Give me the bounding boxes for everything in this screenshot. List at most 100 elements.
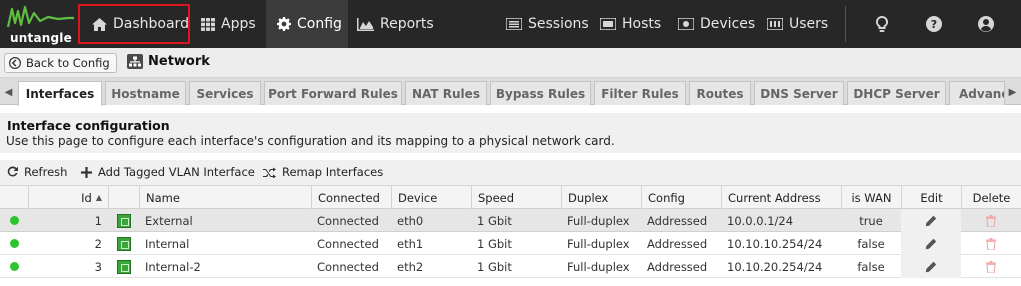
back-to-config-button[interactable]: Back to Config (4, 53, 117, 73)
edit-icon[interactable] (901, 255, 961, 278)
remap-interfaces-button[interactable]: Remap Interfaces (263, 165, 383, 179)
cell-name: Internal (145, 236, 190, 251)
col-delete[interactable]: Delete (961, 186, 1021, 209)
cell-duplex: Full-duplex (567, 259, 630, 274)
refresh-button[interactable]: Refresh (7, 165, 67, 179)
col-is-wan[interactable]: is WAN (841, 186, 901, 209)
network-icon (127, 54, 143, 69)
col-edit[interactable]: Edit (901, 186, 961, 209)
nic-icon (108, 255, 139, 278)
table-row[interactable]: 1 External Connected eth0 1 Gbit Full-du… (0, 209, 1021, 232)
cell-id: 3 (94, 259, 102, 274)
tab-interfaces[interactable]: Interfaces (18, 81, 102, 106)
col-current-address[interactable]: Current Address (721, 186, 841, 209)
remap-interfaces-label: Remap Interfaces (282, 165, 384, 179)
nav-sessions[interactable]: Sessions (506, 0, 589, 48)
lightbulb-icon[interactable] (871, 13, 893, 35)
cell-current-address: 10.10.10.254/24 (727, 236, 823, 251)
tab-scroll-right-icon[interactable]: ▶ (1006, 81, 1019, 103)
grid-header: Id ▲ Name Connected Device Speed Duplex … (0, 186, 1021, 209)
table-row[interactable]: 3 Internal-2 Connected eth2 1 Gbit Full-… (0, 255, 1021, 278)
nav-devices-label: Devices (700, 16, 756, 32)
nav-devices[interactable]: Devices (678, 0, 755, 48)
tab-dhcp-server[interactable]: DHCP Server (847, 81, 946, 105)
col-config[interactable]: Config (641, 186, 721, 209)
tab-advanced[interactable]: Advanc (949, 81, 1005, 105)
account-icon[interactable] (975, 13, 997, 35)
page-title-text: Network (148, 54, 210, 69)
svg-text:?: ? (931, 18, 937, 31)
cell-name: Internal-2 (145, 259, 201, 274)
dashboard-highlight-box (78, 4, 190, 44)
tab-routes[interactable]: Routes (689, 81, 751, 105)
tab-scroll-left-icon[interactable]: ◀ (2, 81, 15, 103)
delete-icon[interactable] (961, 232, 1021, 255)
nav-config[interactable]: Config (266, 0, 348, 48)
tab-hostname[interactable]: Hostname (105, 81, 186, 105)
nav-sessions-label: Sessions (528, 16, 589, 32)
shuffle-icon (263, 167, 276, 178)
cell-device: eth1 (397, 236, 424, 251)
cell-is-wan: false (857, 236, 885, 251)
nav-users[interactable]: Users (767, 0, 828, 48)
delete-icon[interactable] (961, 209, 1021, 232)
tab-bypass-rules[interactable]: Bypass Rules (490, 81, 591, 105)
tab-nat-rules[interactable]: NAT Rules (405, 81, 487, 105)
gear-icon (277, 17, 291, 31)
col-id[interactable]: Id ▲ (28, 186, 108, 209)
nav-reports[interactable]: Reports (357, 0, 434, 48)
delete-icon[interactable] (961, 255, 1021, 278)
page-title: Network (127, 54, 210, 69)
help-icon[interactable]: ? (923, 13, 945, 35)
tab-services[interactable]: Services (189, 81, 261, 105)
col-icon[interactable] (108, 186, 139, 209)
sessions-icon (506, 18, 522, 30)
cell-device: eth0 (397, 213, 424, 228)
hosts-icon (600, 18, 616, 30)
tab-port-forward-rules[interactable]: Port Forward Rules (264, 81, 402, 105)
add-tagged-vlan-button[interactable]: Add Tagged VLAN Interface (81, 165, 255, 179)
status-dot (4, 209, 28, 232)
grid-icon (201, 17, 215, 31)
cell-current-address: 10.0.0.1/24 (727, 213, 794, 228)
edit-icon[interactable] (901, 209, 961, 232)
edit-icon[interactable] (901, 232, 961, 255)
untangle-logo[interactable]: untangle (6, 3, 76, 45)
col-name[interactable]: Name (139, 186, 311, 209)
back-to-config-label: Back to Config (26, 56, 110, 70)
panel-header: Interface configuration Use this page to… (0, 113, 1021, 153)
table-row[interactable]: 2 Internal Connected eth1 1 Gbit Full-du… (0, 232, 1021, 255)
col-duplex[interactable]: Duplex (561, 186, 641, 209)
nav-hosts-label: Hosts (622, 16, 662, 32)
panel-title: Interface configuration (7, 118, 170, 133)
devices-icon (678, 18, 694, 30)
cell-duplex: Full-duplex (567, 236, 630, 251)
nic-icon (108, 209, 139, 232)
cell-name: External (145, 213, 193, 228)
panel-description: Use this page to configure each interfac… (6, 134, 615, 148)
cell-speed: 1 Gbit (477, 259, 512, 274)
cell-speed: 1 Gbit (477, 236, 512, 251)
cell-is-wan: false (857, 259, 885, 274)
cell-connected: Connected (317, 236, 379, 251)
nav-hosts[interactable]: Hosts (600, 0, 661, 48)
nav-divider (845, 6, 846, 42)
cell-config: Addressed (647, 236, 708, 251)
cell-connected: Connected (317, 259, 379, 274)
cell-id: 2 (94, 236, 102, 251)
tab-filter-rules[interactable]: Filter Rules (594, 81, 686, 105)
col-connected[interactable]: Connected (311, 186, 391, 209)
col-status[interactable] (0, 186, 28, 209)
nav-users-label: Users (789, 16, 829, 32)
plus-icon (81, 166, 92, 178)
nav-apps[interactable]: Apps (201, 0, 256, 48)
tab-dns-server[interactable]: DNS Server (754, 81, 844, 105)
col-device[interactable]: Device (391, 186, 471, 209)
grid-toolbar: Refresh Add Tagged VLAN Interface Remap … (0, 160, 1021, 186)
col-speed[interactable]: Speed (471, 186, 561, 209)
cell-speed: 1 Gbit (477, 213, 512, 228)
refresh-label: Refresh (24, 165, 68, 179)
cell-is-wan: true (859, 213, 883, 228)
cell-config: Addressed (647, 213, 708, 228)
arrow-left-circle-icon (9, 57, 21, 69)
